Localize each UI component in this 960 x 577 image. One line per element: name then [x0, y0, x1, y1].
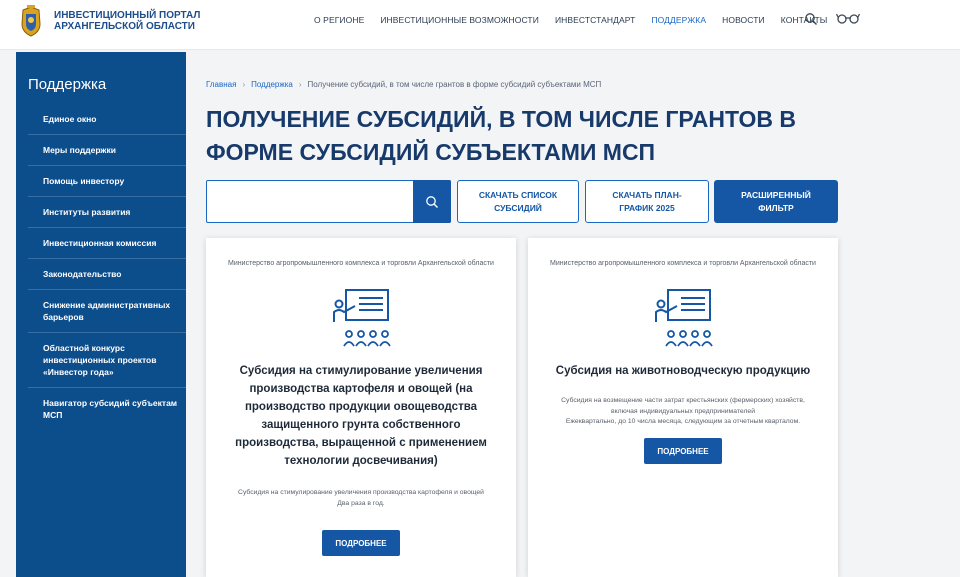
card-description-text: Субсидия на возмещение части затрат крес… — [561, 397, 805, 415]
sidebar-item-support-measures[interactable]: Меры поддержки — [28, 134, 186, 165]
search-box — [206, 180, 451, 223]
site-logo[interactable]: Инвестиционный портал Архангельской обла… — [16, 4, 200, 38]
card-ministry: Министерство агропромышленного комплекса… — [228, 260, 494, 267]
site-header: Инвестиционный портал Архангельской обла… — [0, 0, 960, 50]
nav-item-investstandard[interactable]: ИНВЕСТСТАНДАРТ — [555, 15, 636, 25]
subsidy-card[interactable]: Министерство агропромышленного комплекса… — [206, 238, 516, 577]
presentation-icon — [333, 289, 391, 347]
search-button[interactable] — [413, 180, 451, 223]
search-icon[interactable] — [804, 12, 818, 26]
card-description: Субсидия на стимулирование увеличения пр… — [230, 488, 492, 509]
download-plan-button[interactable]: Скачать план-график 2025 — [585, 180, 709, 223]
sidebar-menu: Единое окно Меры поддержки Помощь инвест… — [28, 104, 186, 430]
logo-line-1: Инвестиционный портал — [54, 10, 201, 21]
card-frequency: Два раза в год. — [337, 499, 385, 507]
search-input[interactable] — [207, 181, 407, 222]
breadcrumb-parent[interactable]: Поддержка — [251, 80, 293, 89]
logo-text: Инвестиционный портал Архангельской обла… — [54, 10, 200, 32]
card-title: Субсидия на животноводческую продукцию — [555, 365, 811, 377]
subsidy-card[interactable]: Министерство агропромышленного комплекса… — [528, 238, 838, 577]
nav-item-investment-opportunities[interactable]: ИНВЕСТИЦИОННЫЕ ВОЗМОЖНОСТИ — [380, 15, 539, 25]
sidebar-item-investment-commission[interactable]: Инвестиционная комиссия — [28, 227, 186, 258]
glasses-icon[interactable] — [836, 11, 860, 25]
presentation-icon — [655, 289, 713, 347]
breadcrumb-separator: › — [242, 80, 246, 89]
sidebar-item-single-window[interactable]: Единое окно — [28, 104, 186, 134]
search-icon — [426, 195, 438, 208]
download-subsidies-list-button[interactable]: Скачать список субсидий — [457, 180, 579, 223]
breadcrumb-home[interactable]: Главная — [206, 80, 236, 89]
extended-filter-button[interactable]: Расширенный фильтр — [714, 180, 838, 223]
nav-item-region[interactable]: О РЕГИОНЕ — [314, 15, 364, 25]
sidebar-item-admin-barriers[interactable]: Снижение административных барьеров — [28, 289, 186, 332]
card-description: Субсидия на возмещение части затрат крес… — [552, 396, 814, 428]
logo-line-2: Архангельской области — [54, 21, 195, 32]
sidebar-item-development-institutes[interactable]: Институты развития — [28, 196, 186, 227]
nav-item-news[interactable]: НОВОСТИ — [722, 15, 765, 25]
main-nav: О РЕГИОНЕ ИНВЕСТИЦИОННЫЕ ВОЗМОЖНОСТИ ИНВ… — [314, 15, 843, 25]
card-frequency: Ежеквартально, до 10 числа месяца, следу… — [565, 418, 801, 425]
card-description-text: Субсидия на стимулирование увеличения пр… — [238, 489, 484, 496]
breadcrumb-current: Получение субсидий, в том числе грантов … — [307, 80, 602, 89]
details-button[interactable]: Подробнее — [644, 438, 722, 464]
card-ministry: Министерство агропромышленного комплекса… — [550, 260, 816, 267]
sidebar: Поддержка Единое окно Меры поддержки Пом… — [16, 52, 186, 577]
details-button[interactable]: Подробнее — [322, 530, 400, 556]
sidebar-item-investor-help[interactable]: Помощь инвестору — [28, 165, 186, 196]
nav-item-support[interactable]: ПОДДЕРЖКА — [651, 15, 706, 25]
page-title: Получение субсидий, в том числе грантов … — [206, 106, 796, 165]
breadcrumb-separator: › — [298, 80, 302, 89]
breadcrumb: Главная › Поддержка › Получение субсидий… — [206, 80, 601, 89]
sidebar-item-investor-of-year[interactable]: Областной конкурс инвестиционных проекто… — [28, 332, 186, 387]
card-title: Субсидия на стимулирование увеличения пр… — [235, 365, 487, 467]
sidebar-item-subsidy-navigator[interactable]: Навигатор субсидий субъектам МСП — [28, 387, 186, 430]
coat-of-arms-icon — [21, 5, 41, 37]
sidebar-title: Поддержка — [28, 76, 107, 93]
sidebar-item-legislation[interactable]: Законодательство — [28, 258, 186, 289]
